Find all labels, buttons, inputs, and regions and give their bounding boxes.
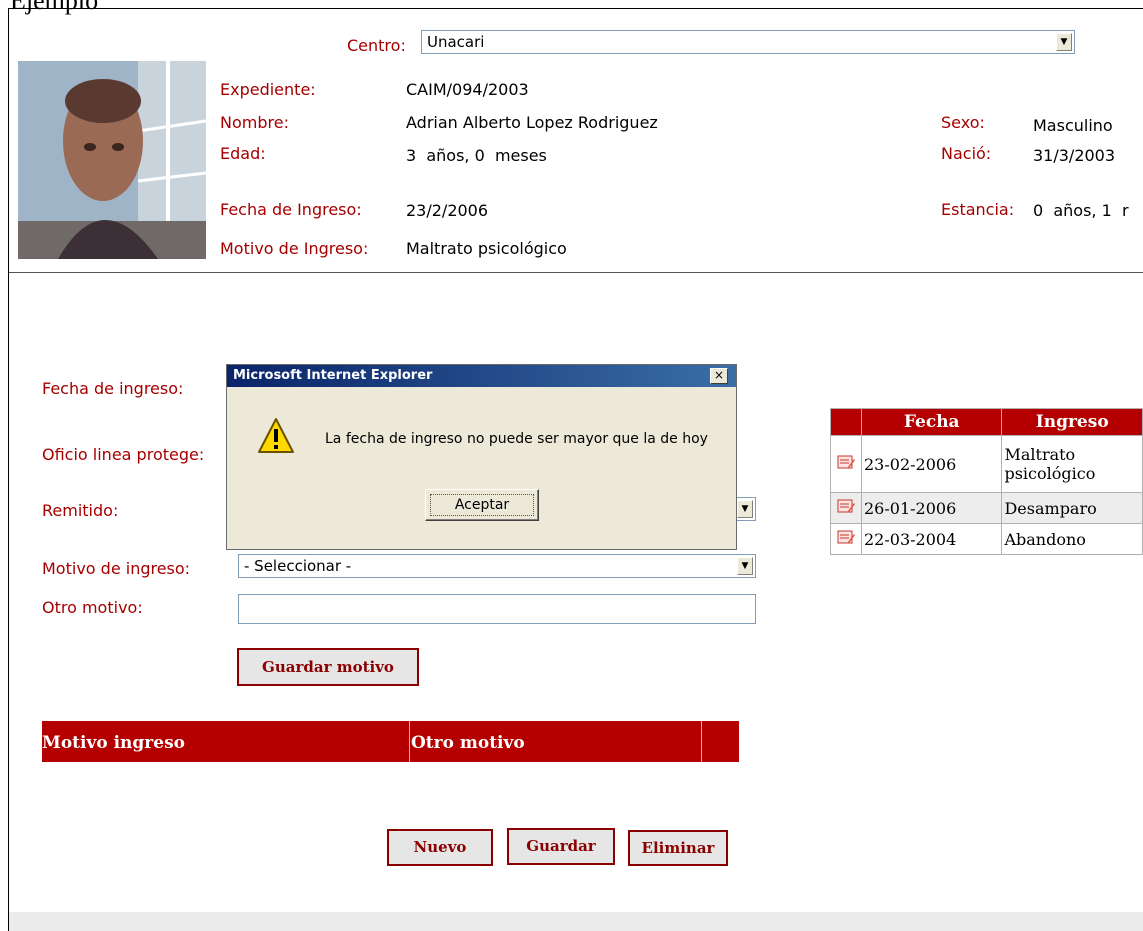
edit-note-icon[interactable] [830,492,862,524]
eliminar-button[interactable]: Eliminar [628,830,728,866]
history-fecha: 26-01-2006 [860,492,1003,524]
history-header-fecha: Fecha [860,408,1003,436]
column-motivo-ingreso: Motivo ingreso [42,733,185,753]
history-header-icon-cell [830,408,862,436]
centro-select[interactable]: Unacari ▼ [421,30,1075,54]
otro-motivo-input[interactable] [238,594,756,624]
history-table: Fecha Ingreso 23-02-2006 Maltrato psicoló… [830,408,1143,555]
column-otro-motivo: Otro motivo [411,733,525,753]
alert-dialog: Microsoft Internet Explorer × La fecha d… [226,364,737,550]
column-divider [409,721,410,762]
estancia-label: Estancia: [941,200,1015,219]
nacio-label: Nació: [941,144,992,163]
table-row[interactable]: 26-01-2006 Desamparo [830,492,1143,524]
guardar-motivo-button[interactable]: Guardar motivo [237,648,419,686]
nombre-label: Nombre: [220,113,289,132]
otro-motivo-label: Otro motivo: [42,598,143,617]
sexo-value: Masculino [1033,116,1113,135]
motivo-ingreso-label: Motivo de Ingreso: [220,239,369,258]
centro-label: Centro: [347,36,406,55]
history-ingreso: Abandono [1001,523,1143,555]
oficio-linea-protege-label: Oficio linea protege: [42,445,205,464]
focus-ring [430,494,534,516]
history-ingreso-line1: Maltrato [1004,445,1076,464]
edad-value: 3 años, 0 meses [406,146,547,165]
history-ingreso: Desamparo [1001,492,1143,524]
expediente-label: Expediente: [220,80,316,99]
chevron-down-icon[interactable]: ▼ [737,500,753,518]
edit-note-icon[interactable] [830,435,862,493]
motivo-table-header: Motivo ingreso Otro motivo [42,721,739,762]
remitido-label: Remitido: [42,501,119,520]
edit-note-icon[interactable] [830,523,862,555]
bottom-strip [9,912,1143,931]
history-ingreso: Maltrato psicológico [1001,435,1143,493]
motivo-de-ingreso-select[interactable]: - Seleccionar - ▼ [238,554,756,578]
photo-image [18,61,206,259]
child-photo [18,61,206,259]
dialog-title: Microsoft Internet Explorer [233,368,433,383]
fecha-de-ingreso-label: Fecha de ingreso: [42,379,184,398]
warning-icon [257,417,295,459]
header-divider [9,272,1143,273]
expediente-value: CAIM/094/2003 [406,80,529,99]
sexo-label: Sexo: [941,113,985,132]
history-header-ingreso: Ingreso [1001,408,1143,436]
fecha-ingreso-value: 23/2/2006 [406,201,489,220]
table-row[interactable]: 23-02-2006 Maltrato psicológico [830,435,1143,493]
motivo-ingreso-value: Maltrato psicológico [406,239,567,258]
estancia-value: 0 años, 1 r [1033,201,1129,220]
motivo-select-value: - Seleccionar - [244,557,352,575]
history-header-row: Fecha Ingreso [830,408,1143,436]
chevron-down-icon[interactable]: ▼ [737,557,753,575]
close-icon[interactable]: × [710,368,728,384]
dialog-message: La fecha de ingreso no puede ser mayor q… [325,431,708,447]
nacio-value: 31/3/2003 [1033,146,1116,165]
centro-select-value: Unacari [427,33,485,51]
table-row[interactable]: 22-03-2004 Abandono [830,523,1143,555]
history-fecha: 23-02-2006 [860,435,1003,493]
dialog-titlebar[interactable]: Microsoft Internet Explorer × [227,365,736,387]
aceptar-button[interactable]: Aceptar [425,489,539,521]
nombre-value: Adrian Alberto Lopez Rodriguez [406,113,658,132]
chevron-down-icon[interactable]: ▼ [1056,33,1072,51]
nuevo-button[interactable]: Nuevo [387,829,493,866]
history-ingreso-line2: psicológico [1004,464,1096,483]
guardar-button[interactable]: Guardar [507,828,615,865]
motivo-de-ingreso-label: Motivo de ingreso: [42,559,191,578]
column-divider [701,721,702,762]
edad-label: Edad: [220,144,266,163]
fecha-ingreso-label: Fecha de Ingreso: [220,200,362,219]
history-fecha: 22-03-2004 [860,523,1003,555]
